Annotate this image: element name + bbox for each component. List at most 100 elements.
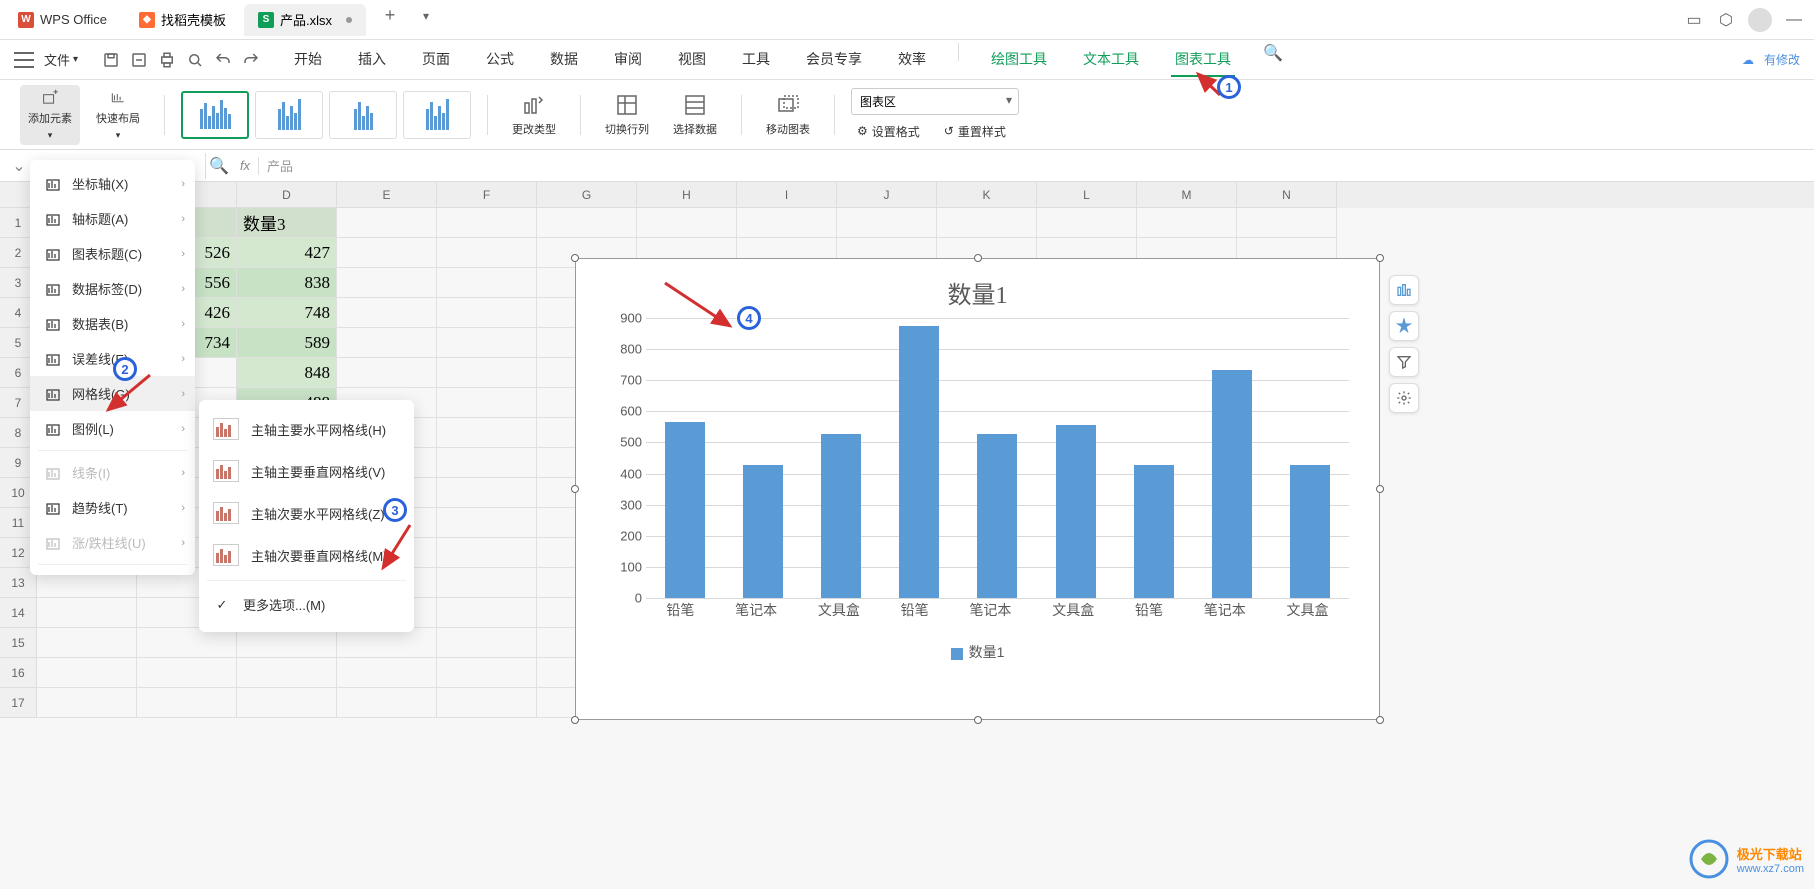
redo-icon[interactable] xyxy=(242,51,260,69)
menu-item-chart-title[interactable]: 图表标题(C)› xyxy=(30,236,195,271)
row-header[interactable]: 15 xyxy=(0,628,37,658)
save-as-icon[interactable] xyxy=(130,51,148,69)
cell[interactable] xyxy=(437,568,537,598)
switch-rowcol-button[interactable]: 切换行列 xyxy=(597,85,657,145)
cell[interactable] xyxy=(437,268,537,298)
col-header[interactable]: K xyxy=(937,182,1037,208)
tab-view[interactable]: 视图 xyxy=(674,43,710,77)
cell[interactable] xyxy=(537,208,637,238)
cell[interactable] xyxy=(837,208,937,238)
tab-menu-button[interactable]: ▾ xyxy=(414,4,438,28)
cell[interactable] xyxy=(437,478,537,508)
gridline-option-0[interactable]: 主轴主要水平网格线(H) xyxy=(199,408,414,450)
row-header[interactable]: 17 xyxy=(0,688,37,718)
cell[interactable] xyxy=(37,658,137,688)
cell[interactable] xyxy=(37,688,137,718)
cell[interactable] xyxy=(437,238,537,268)
formula-input[interactable]: 产品 xyxy=(259,156,1814,175)
row-header[interactable]: 14 xyxy=(0,598,37,628)
cell[interactable] xyxy=(137,658,237,688)
cell[interactable] xyxy=(237,628,337,658)
resize-handle[interactable] xyxy=(974,716,982,724)
move-chart-button[interactable]: 移动图表 xyxy=(758,85,818,145)
cell[interactable] xyxy=(237,688,337,718)
cell[interactable] xyxy=(437,208,537,238)
col-header[interactable]: G xyxy=(537,182,637,208)
bar[interactable] xyxy=(899,326,939,598)
tab-efficiency[interactable]: 效率 xyxy=(894,43,930,77)
tab-formula[interactable]: 公式 xyxy=(482,43,518,77)
search-icon[interactable]: 🔍 xyxy=(1263,43,1283,63)
col-header[interactable]: M xyxy=(1137,182,1237,208)
cell[interactable] xyxy=(437,688,537,718)
resize-handle[interactable] xyxy=(1376,485,1384,493)
cell[interactable] xyxy=(437,328,537,358)
chart-style-button[interactable] xyxy=(1389,311,1419,341)
tab-draw-tools[interactable]: 绘图工具 xyxy=(987,43,1051,77)
bar[interactable] xyxy=(1212,370,1252,598)
tab-review[interactable]: 审阅 xyxy=(610,43,646,77)
cell[interactable] xyxy=(237,658,337,688)
user-avatar[interactable] xyxy=(1748,8,1772,32)
cell[interactable] xyxy=(337,268,437,298)
cell[interactable] xyxy=(137,628,237,658)
menu-item-axis-title[interactable]: 轴标题(A)› xyxy=(30,201,195,236)
print-icon[interactable] xyxy=(158,51,176,69)
resize-handle[interactable] xyxy=(974,254,982,262)
minimize-icon[interactable]: — xyxy=(1784,10,1804,30)
col-header[interactable]: J xyxy=(837,182,937,208)
tab-text-tools[interactable]: 文本工具 xyxy=(1079,43,1143,77)
col-header[interactable]: H xyxy=(637,182,737,208)
resize-handle[interactable] xyxy=(1376,716,1384,724)
save-icon[interactable] xyxy=(102,51,120,69)
tab-insert[interactable]: 插入 xyxy=(354,43,390,77)
tab-templates[interactable]: ◆ 找稻壳模板 xyxy=(125,4,240,36)
cell[interactable] xyxy=(1137,208,1237,238)
search-cell-icon[interactable]: 🔍 xyxy=(206,153,232,179)
gridline-more-options[interactable]: ✓更多选项...(M) xyxy=(199,585,414,624)
chart-area-select[interactable]: 图表区 xyxy=(851,88,1019,115)
chart-settings-button[interactable] xyxy=(1389,383,1419,413)
hamburger-icon[interactable] xyxy=(14,52,34,68)
cell[interactable] xyxy=(337,358,437,388)
cell[interactable] xyxy=(37,598,137,628)
cell[interactable]: 838 xyxy=(237,268,337,298)
change-type-button[interactable]: 更改类型 xyxy=(504,85,564,145)
bar[interactable] xyxy=(1056,425,1096,598)
cell[interactable] xyxy=(437,448,537,478)
cell[interactable] xyxy=(737,208,837,238)
quick-layout-button[interactable]: 快速布局▾ xyxy=(88,85,148,145)
chart-plot-area[interactable]: 0100200300400500600700800900 铅笔笔记本文具盒铅笔笔… xyxy=(606,318,1349,628)
cell[interactable] xyxy=(137,688,237,718)
resize-handle[interactable] xyxy=(571,485,579,493)
cell[interactable] xyxy=(337,688,437,718)
bar[interactable] xyxy=(977,434,1017,598)
undo-icon[interactable] xyxy=(214,51,232,69)
resize-handle[interactable] xyxy=(571,716,579,724)
col-header[interactable]: L xyxy=(1037,182,1137,208)
menu-item-data-label[interactable]: 数据标签(D)› xyxy=(30,271,195,306)
reset-style-button[interactable]: ↺重置样式 xyxy=(938,121,1012,142)
col-header[interactable]: I xyxy=(737,182,837,208)
chart-elements-button[interactable] xyxy=(1389,275,1419,305)
cell[interactable] xyxy=(37,628,137,658)
bar[interactable] xyxy=(665,422,705,598)
cube-icon[interactable]: ⬡ xyxy=(1716,10,1736,30)
chart-style-1[interactable] xyxy=(181,91,249,139)
menu-item-axis[interactable]: 坐标轴(X)› xyxy=(30,166,195,201)
chart-style-3[interactable] xyxy=(329,91,397,139)
fx-icon[interactable]: fx xyxy=(232,153,258,179)
cell[interactable] xyxy=(637,208,737,238)
cell[interactable] xyxy=(437,388,537,418)
gridline-option-1[interactable]: 主轴主要垂直网格线(V) xyxy=(199,450,414,492)
cell[interactable] xyxy=(337,658,437,688)
col-header[interactable]: N xyxy=(1237,182,1337,208)
tab-data[interactable]: 数据 xyxy=(546,43,582,77)
chart-style-4[interactable] xyxy=(403,91,471,139)
cell[interactable] xyxy=(437,658,537,688)
cell[interactable] xyxy=(1237,208,1337,238)
cell[interactable] xyxy=(437,598,537,628)
cell[interactable] xyxy=(437,508,537,538)
add-tab-button[interactable]: + xyxy=(378,4,402,28)
chart-style-2[interactable] xyxy=(255,91,323,139)
